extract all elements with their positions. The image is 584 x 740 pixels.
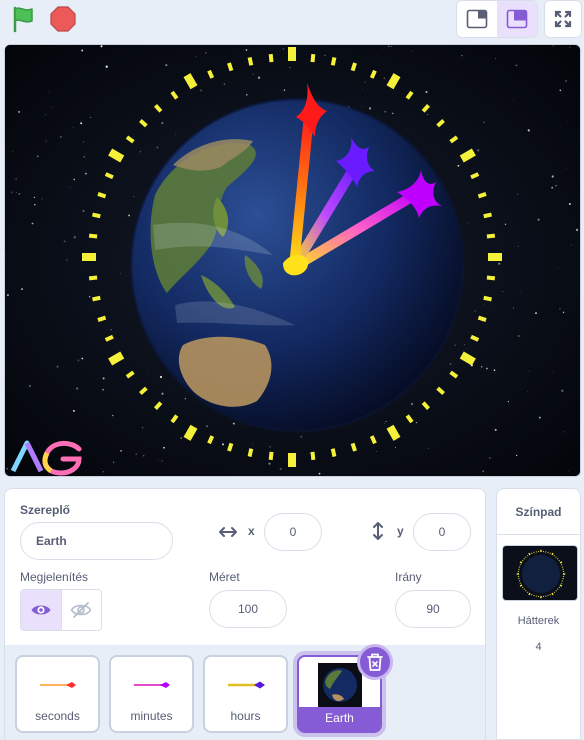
y-position-arrow-icon (373, 522, 383, 540)
backdrops-label: Hátterek (517, 615, 560, 627)
eye-icon (31, 605, 51, 615)
stage-pane-title: Színpad (497, 489, 580, 535)
green-flag-icon (13, 6, 33, 33)
sprite-tile-label: seconds (35, 709, 80, 723)
small-stage-button[interactable] (457, 1, 497, 37)
sprite-info-panel: Szereplő Earth x 0 y 0 Megjelenítés Mére… (4, 488, 486, 648)
stage-canvas[interactable] (4, 44, 581, 477)
stage-selector-pane[interactable]: Színpad Hátterek 4 (496, 488, 581, 740)
sprite-label: Szereplő (20, 503, 71, 517)
x-label: x (248, 524, 255, 538)
fullscreen-button[interactable] (544, 0, 582, 38)
stage-thumbnail[interactable] (502, 545, 578, 601)
sprite-tile-seconds[interactable]: seconds (15, 655, 100, 733)
y-position-input[interactable]: 0 (413, 513, 471, 551)
y-label: y (397, 524, 404, 538)
normal-stage-button[interactable] (497, 1, 537, 37)
stop-icon (50, 6, 76, 32)
green-flag-button[interactable] (8, 4, 38, 34)
show-label: Megjelenítés (20, 570, 89, 584)
stage-size-toggle (456, 0, 538, 38)
sprite-tile-label: Earth (299, 707, 380, 731)
normal-stage-icon (506, 9, 528, 29)
hide-sprite-button[interactable] (60, 590, 101, 630)
stop-button[interactable] (48, 4, 78, 34)
backdrops-count: 4 (535, 641, 542, 653)
direction-label: Irány (395, 570, 422, 584)
small-stage-icon (466, 9, 488, 29)
sprite-list: seconds minutes hours Earth (4, 645, 486, 740)
size-label: Méret (209, 570, 240, 584)
trash-icon (367, 653, 383, 671)
fullscreen-icon (554, 10, 572, 28)
visibility-toggle (20, 589, 102, 631)
delete-sprite-button[interactable] (357, 644, 393, 680)
x-position-arrow-icon (219, 527, 237, 537)
stage-header (0, 0, 584, 40)
x-position-input[interactable]: 0 (264, 513, 322, 551)
eye-hidden-icon (71, 602, 92, 618)
sprite-tile-label: hours (230, 709, 261, 723)
show-sprite-button[interactable] (21, 590, 61, 630)
hours-thumbnail (205, 663, 286, 707)
size-input[interactable]: 100 (209, 590, 287, 628)
direction-input[interactable]: 90 (395, 590, 471, 628)
sprite-tile-label: minutes (130, 709, 173, 723)
sprite-tile-hours[interactable]: hours (203, 655, 288, 733)
sprite-name-input[interactable]: Earth (20, 522, 173, 560)
seconds-thumbnail (17, 663, 98, 707)
minutes-thumbnail (111, 663, 192, 707)
sprite-tile-minutes[interactable]: minutes (109, 655, 194, 733)
